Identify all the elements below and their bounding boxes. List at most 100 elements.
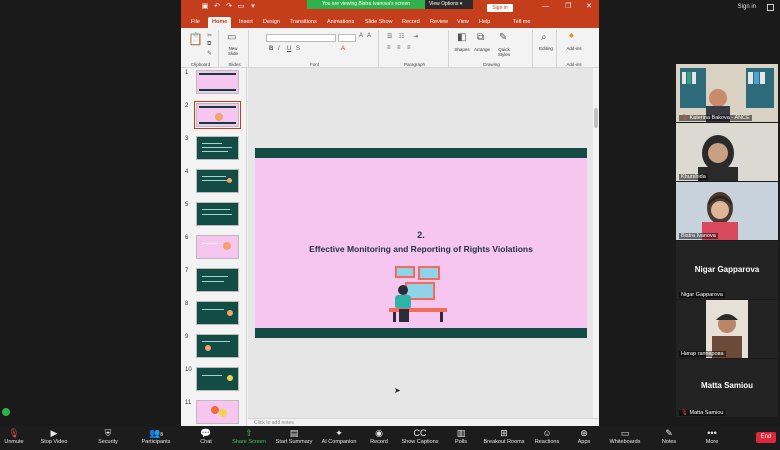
ppt-title-bar: ▣ ↶ ↷ ▭ ▾ You are viewing Bistra Ivanova… <box>181 0 599 14</box>
slide-thumbnail-selected[interactable] <box>194 101 241 129</box>
start-summary-button[interactable]: ▤ Start Summary <box>270 427 318 449</box>
new-slide-icon[interactable]: ▭ <box>227 32 236 43</box>
underline-icon[interactable]: U <box>287 46 291 52</box>
addins-button[interactable]: Add-ins <box>561 46 587 51</box>
redo-icon[interactable]: ↷ <box>225 3 233 11</box>
encryption-shield-icon[interactable] <box>2 408 10 416</box>
whiteboards-button[interactable]: ▭ Whiteboards <box>601 427 649 449</box>
tab-home[interactable]: Home <box>208 17 232 28</box>
shapes-button[interactable]: Shapes <box>453 47 471 52</box>
bold-icon[interactable]: B <box>269 46 273 52</box>
slide-thumbnail[interactable] <box>196 334 239 358</box>
arrange-button[interactable]: Arrange <box>472 47 492 52</box>
customize-qat-icon[interactable]: ▾ <box>249 3 257 11</box>
slide-thumbnail[interactable] <box>196 400 239 424</box>
polls-button[interactable]: ▥ Polls <box>437 427 485 449</box>
participant-tile-name[interactable]: Nigar Gapparova Nigar Gapparova <box>676 241 778 299</box>
scroll-thumb[interactable] <box>594 108 598 128</box>
tab-file[interactable]: File <box>187 17 204 28</box>
tab-view[interactable]: View <box>453 17 473 28</box>
slide-thumbnail[interactable] <box>196 169 239 193</box>
current-slide[interactable]: 2. Effective Monitoring and Reporting of… <box>255 148 587 338</box>
security-button[interactable]: ⛨ Security <box>84 427 132 449</box>
notes-button[interactable]: ✎ Notes <box>645 427 693 449</box>
search-icon[interactable]: ⌕ <box>541 32 547 43</box>
numbering-icon[interactable]: ☷ <box>399 33 404 40</box>
participant-tile-video[interactable]: Bistra Ivanova <box>676 182 778 240</box>
align-right-icon[interactable]: ≡ <box>407 45 411 51</box>
shapes-icon[interactable]: ◧ <box>457 32 466 43</box>
align-left-icon[interactable]: ≡ <box>387 45 391 51</box>
close-icon[interactable]: ✕ <box>586 2 592 12</box>
participant-video <box>676 123 778 181</box>
tab-record[interactable]: Record <box>398 17 424 28</box>
restore-icon[interactable]: ❐ <box>565 2 571 12</box>
view-grid-icon[interactable] <box>767 4 774 11</box>
arrange-icon[interactable]: ⧉ <box>477 32 484 43</box>
tab-help[interactable]: Help <box>475 17 494 28</box>
font-color-icon[interactable]: A <box>341 46 345 52</box>
tab-review[interactable]: Review <box>426 17 452 28</box>
tab-insert[interactable]: Insert <box>235 17 257 28</box>
start-summary-label: Start Summary <box>275 439 313 445</box>
mic-off-icon: 🎙 <box>681 410 688 416</box>
slide-thumbnail[interactable] <box>196 235 239 259</box>
font-group: A A B I U S A Font <box>251 30 379 68</box>
indent-icon[interactable]: ⇥ <box>413 33 418 40</box>
tab-tell-me[interactable]: Tell me <box>509 17 534 28</box>
participant-tile-name[interactable]: Matta Samiou 🎙 Matta Samiou <box>676 359 778 417</box>
align-center-icon[interactable]: ≡ <box>397 45 401 51</box>
participant-tile-video[interactable]: Нигар гаппарова <box>676 300 778 358</box>
new-slide-button[interactable]: New Slide <box>224 46 242 56</box>
addins-icon[interactable]: ◆ <box>569 32 574 39</box>
notes-placeholder[interactable]: Click to add notes <box>248 418 599 426</box>
chat-button[interactable]: 💬 Chat <box>182 427 230 449</box>
paste-icon[interactable]: 📋 <box>188 32 203 46</box>
participant-tile-video[interactable]: Khurshida <box>676 123 778 181</box>
zoom-signin-link[interactable]: Sign in <box>738 4 756 10</box>
slide-editor[interactable]: 2. Effective Monitoring and Reporting of… <box>248 68 593 418</box>
italic-icon[interactable]: I <box>278 46 280 52</box>
record-label: Record <box>370 439 388 445</box>
participant-tile-video[interactable]: 🎙 Katerina Bakova - ANCE <box>676 64 778 122</box>
tab-transitions[interactable]: Transitions <box>286 17 321 28</box>
tab-animations[interactable]: Animations <box>323 17 358 28</box>
end-meeting-button[interactable]: End <box>756 432 776 443</box>
notes-icon: ✎ <box>665 428 673 438</box>
stop-video-button[interactable]: ▶ Stop Video <box>30 427 78 449</box>
shrink-font-icon[interactable]: A <box>367 33 371 39</box>
cut-icon[interactable]: ✂ <box>207 32 212 39</box>
slide-thumbnail[interactable] <box>196 136 239 160</box>
editing-button[interactable]: Editing <box>535 46 557 51</box>
font-name-input[interactable] <box>266 34 336 42</box>
tab-design[interactable]: Design <box>259 17 284 28</box>
editor-scrollbar[interactable] <box>593 68 599 398</box>
copy-icon[interactable]: ⧉ <box>207 41 211 48</box>
quick-styles-button[interactable]: Quick Styles <box>494 47 514 57</box>
slide-thumbnail[interactable] <box>196 70 239 94</box>
breakout-rooms-button[interactable]: ⊞ Breakout Rooms <box>480 427 528 449</box>
font-size-input[interactable] <box>338 34 356 42</box>
slide-thumbnail[interactable] <box>196 301 239 325</box>
slide-thumbnails-pane[interactable]: 1 2 3 4 5 6 7 8 9 10 11 <box>181 68 247 426</box>
breakout-rooms-label: Breakout Rooms <box>483 439 525 445</box>
more-button[interactable]: ••• More <box>688 427 736 449</box>
undo-icon[interactable]: ↶ <box>213 3 221 11</box>
grow-font-icon[interactable]: A <box>359 33 363 39</box>
share-screen-button[interactable]: ⇧ Share Screen <box>225 427 273 449</box>
strikethrough-icon[interactable]: S <box>296 46 300 52</box>
format-painter-icon[interactable]: ✎ <box>207 50 212 57</box>
minimize-icon[interactable]: — <box>542 2 549 12</box>
tab-slide-show[interactable]: Slide Show <box>361 17 397 28</box>
present-icon[interactable]: ▭ <box>237 3 245 11</box>
ppt-signin-button[interactable]: Sign in <box>487 4 513 12</box>
slide-thumbnail[interactable] <box>196 202 239 226</box>
participants-button[interactable]: 👥8 Participants <box>132 427 180 449</box>
thumb-number: 10 <box>185 367 192 373</box>
quick-styles-icon[interactable]: ✎ <box>499 32 507 43</box>
view-options-button[interactable]: View Options ▾ <box>425 0 473 9</box>
slide-thumbnail[interactable] <box>196 268 239 292</box>
slide-thumbnail[interactable] <box>196 367 239 391</box>
save-icon[interactable]: ▣ <box>201 3 209 11</box>
bullets-icon[interactable]: ☰ <box>387 33 392 40</box>
